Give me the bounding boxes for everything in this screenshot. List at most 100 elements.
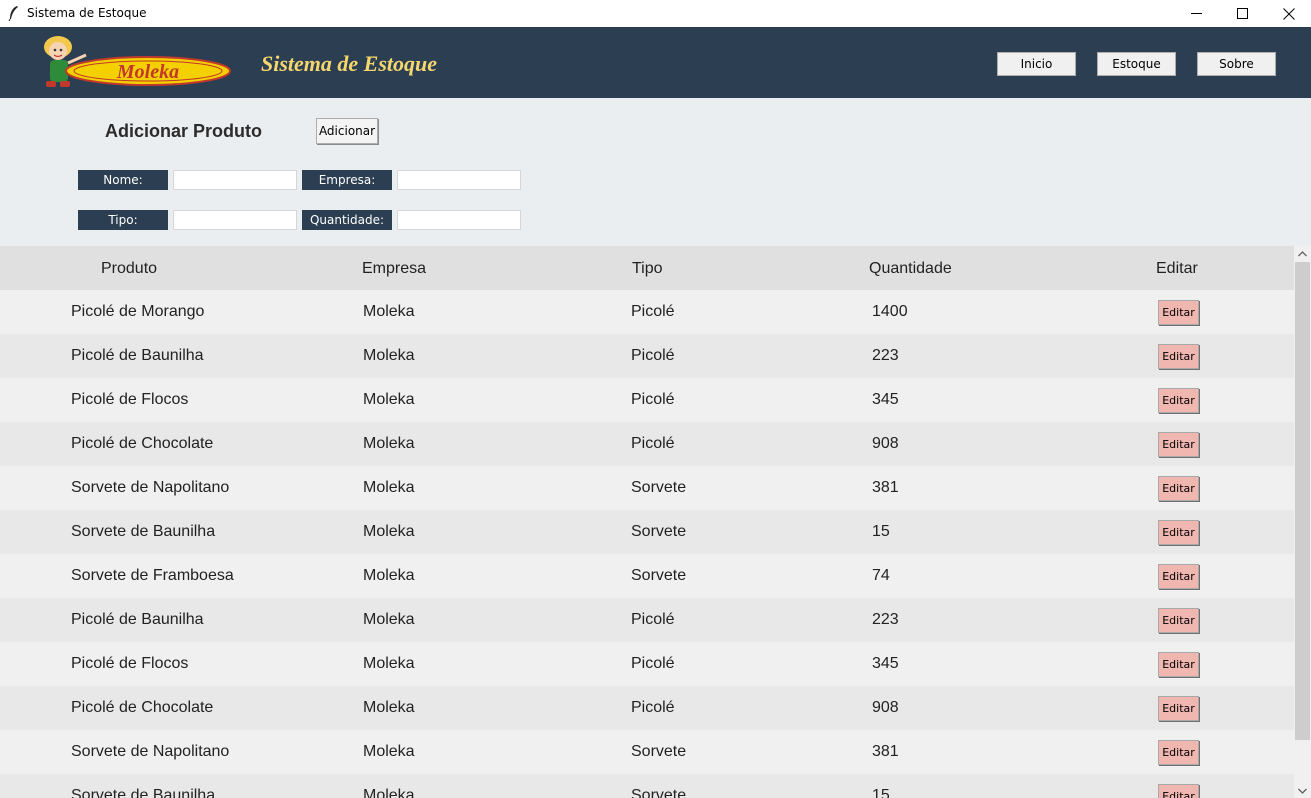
tipo-input[interactable]: [173, 210, 297, 230]
cell-quantidade: 908: [872, 435, 899, 452]
minimize-button[interactable]: [1174, 0, 1219, 27]
nav-inicio-button[interactable]: Inicio: [997, 52, 1076, 76]
table-row: Sorvete de Napolitano Moleka Sorvete 381 Edi…: [0, 730, 1294, 774]
cell-quantidade: 1400: [872, 303, 908, 320]
maximize-icon: [1237, 8, 1248, 19]
scroll-up-arrow-icon[interactable]: [1294, 246, 1311, 261]
cell-empresa: Moleka: [363, 347, 415, 364]
cell-tipo: Picolé: [631, 435, 675, 452]
table-row: Picolé de Baunilha Moleka Picolé 223 Editar: [0, 598, 1294, 642]
table-row: Sorvete de Napolitano Moleka Sorvete 381 Edi…: [0, 466, 1294, 510]
cell-empresa: Moleka: [363, 611, 415, 628]
cell-tipo: Sorvete: [631, 567, 687, 584]
cell-quantidade: 74: [872, 567, 890, 584]
cell-produto: Picolé de Chocolate: [71, 699, 214, 716]
edit-button[interactable]: Editar: [1158, 696, 1199, 721]
table-row: Sorvete de Framboesa Moleka Sorvete 74 Edita…: [0, 554, 1294, 598]
quantidade-label: Quantidade:: [302, 210, 392, 230]
moleka-logo: Moleka: [38, 33, 234, 95]
cell-produto: Picolé de Flocos: [71, 391, 189, 408]
cell-tipo: Picolé: [631, 655, 675, 672]
app-header: Moleka Sistema de Estoque Inicio Estoque…: [0, 27, 1311, 98]
cell-produto: Picolé de Morango: [71, 303, 205, 320]
cell-produto: Sorvete de Napolitano: [71, 479, 230, 496]
cell-quantidade: 381: [872, 479, 899, 496]
nome-input[interactable]: [173, 170, 297, 190]
cell-tipo: Picolé: [631, 347, 675, 364]
quantidade-input[interactable]: [397, 210, 521, 230]
edit-button[interactable]: Editar: [1158, 520, 1199, 545]
add-product-button[interactable]: Adicionar: [316, 118, 378, 144]
scroll-down-arrow-icon[interactable]: [1294, 783, 1311, 798]
cell-tipo: Picolé: [631, 699, 675, 716]
cell-empresa: Moleka: [363, 479, 415, 496]
cell-empresa: Moleka: [363, 743, 415, 760]
cell-produto: Sorvete de Napolitano: [71, 743, 230, 760]
empresa-input[interactable]: [397, 170, 521, 190]
table-row: Picolé de Flocos Moleka Picolé 345 Editar: [0, 378, 1294, 422]
edit-button[interactable]: Editar: [1158, 300, 1199, 325]
nav-estoque-button[interactable]: Estoque: [1097, 52, 1176, 76]
edit-button[interactable]: Editar: [1158, 476, 1199, 501]
logo-text: Moleka: [116, 61, 179, 83]
nome-label: Nome:: [78, 170, 168, 190]
table-header: Produto Empresa Tipo Quantidade Editar: [0, 246, 1294, 290]
scrollbar-thumb[interactable]: [1295, 262, 1310, 740]
vertical-scrollbar[interactable]: [1294, 246, 1311, 798]
add-product-heading: Adicionar Produto: [105, 121, 262, 141]
cell-empresa: Moleka: [363, 391, 415, 408]
cell-tipo: Sorvete: [631, 523, 687, 540]
minimize-icon: [1191, 12, 1202, 15]
cell-quantidade: 223: [872, 347, 899, 364]
edit-button[interactable]: Editar: [1158, 432, 1199, 457]
column-header-tipo: Tipo: [632, 260, 663, 277]
edit-button[interactable]: Editar: [1158, 344, 1199, 369]
cell-empresa: Moleka: [363, 435, 415, 452]
product-table-body: Picolé de Morango Moleka Picolé 1400 Editar P…: [0, 290, 1294, 798]
window-titlebar: Sistema de Estoque: [0, 0, 1311, 27]
maximize-button[interactable]: [1220, 0, 1265, 27]
edit-button[interactable]: Editar: [1158, 564, 1199, 589]
cell-quantidade: 15: [872, 523, 890, 540]
cell-empresa: Moleka: [363, 523, 415, 540]
column-header-quantidade: Quantidade: [869, 260, 952, 277]
feather-icon: [7, 5, 21, 22]
cell-quantidade: 345: [872, 655, 899, 672]
table-row: Sorvete de Baunilha Moleka Sorvete 15 Editar: [0, 510, 1294, 554]
close-button[interactable]: [1266, 0, 1311, 27]
edit-button[interactable]: Editar: [1158, 608, 1199, 633]
cell-tipo: Picolé: [631, 611, 675, 628]
cell-empresa: Moleka: [363, 787, 415, 798]
cell-produto: Sorvete de Baunilha: [71, 523, 216, 540]
edit-button[interactable]: Editar: [1158, 388, 1199, 413]
cell-empresa: Moleka: [363, 655, 415, 672]
cell-produto: Picolé de Flocos: [71, 655, 189, 672]
cell-quantidade: 381: [872, 743, 899, 760]
cell-tipo: Picolé: [631, 391, 675, 408]
window-title: Sistema de Estoque: [27, 6, 147, 20]
cell-tipo: Sorvete: [631, 787, 687, 798]
cell-produto: Picolé de Baunilha: [71, 611, 204, 628]
edit-button[interactable]: Editar: [1158, 784, 1199, 798]
edit-button[interactable]: Editar: [1158, 652, 1199, 677]
close-icon: [1282, 7, 1295, 20]
column-header-empresa: Empresa: [362, 260, 427, 277]
table-row: Picolé de Chocolate Moleka Picolé 908 Editar: [0, 686, 1294, 730]
nav-sobre-button[interactable]: Sobre: [1197, 52, 1276, 76]
tipo-label: Tipo:: [78, 210, 168, 230]
column-header-editar: Editar: [1156, 260, 1198, 277]
cell-tipo: Picolé: [631, 303, 675, 320]
table-row: Picolé de Baunilha Moleka Picolé 223 Editar: [0, 334, 1294, 378]
cell-tipo: Sorvete: [631, 743, 687, 760]
cell-empresa: Moleka: [363, 567, 415, 584]
table-row: Picolé de Morango Moleka Picolé 1400 Editar: [0, 290, 1294, 334]
cell-quantidade: 908: [872, 699, 899, 716]
app-title: Sistema de Estoque: [261, 51, 438, 76]
table-row: Picolé de Chocolate Moleka Picolé 908 Editar: [0, 422, 1294, 466]
cell-produto: Picolé de Baunilha: [71, 347, 204, 364]
cell-quantidade: 15: [872, 787, 890, 798]
edit-button[interactable]: Editar: [1158, 740, 1199, 765]
table-row: Sorvete de Baunilha Moleka Sorvete 15 Editar: [0, 774, 1294, 798]
empresa-label: Empresa:: [302, 170, 392, 190]
table-row: Picolé de Flocos Moleka Picolé 345 Editar: [0, 642, 1294, 686]
